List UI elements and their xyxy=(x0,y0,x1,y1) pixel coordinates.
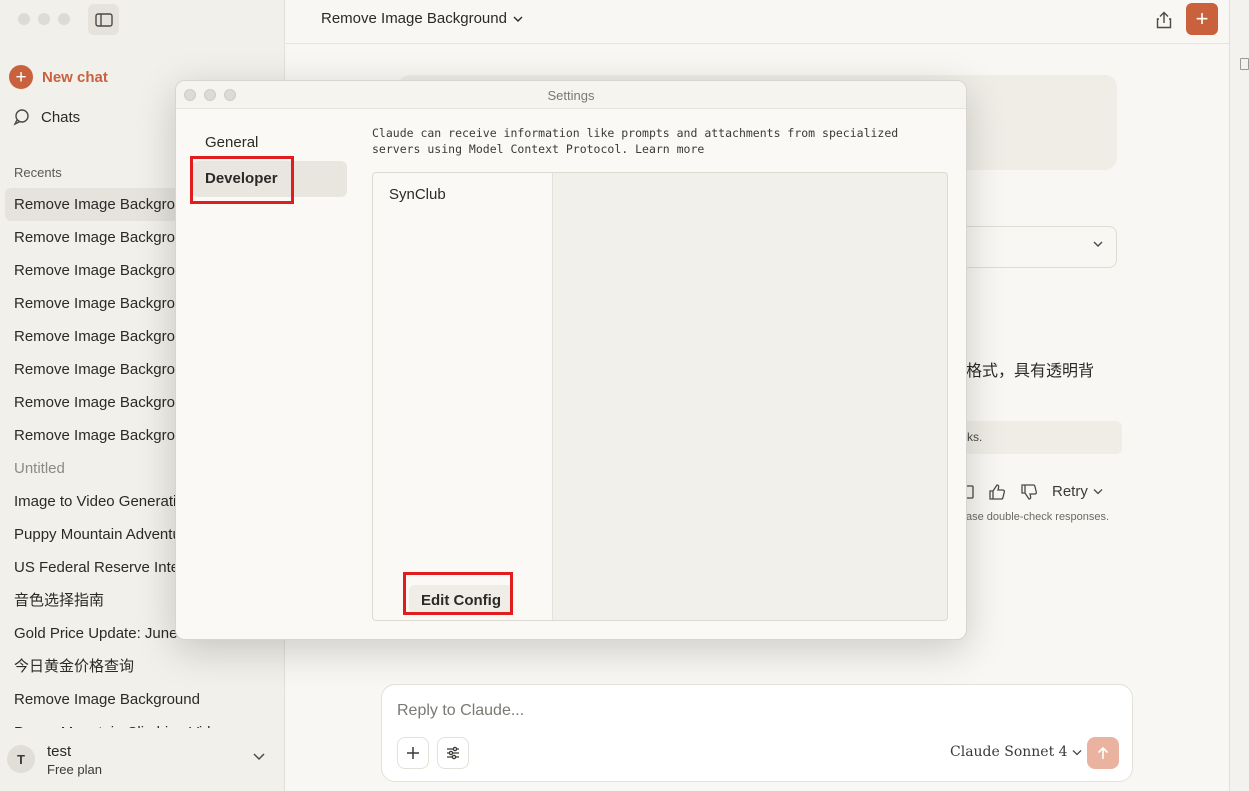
user-menu[interactable]: T test Free plan xyxy=(0,733,284,791)
reply-composer: Claude Sonnet 4 xyxy=(381,684,1133,782)
avatar: T xyxy=(7,745,35,773)
recent-item[interactable]: Remove Image Background xyxy=(5,683,280,716)
recents-heading: Recents xyxy=(14,165,62,180)
chevron-down-icon xyxy=(513,16,523,22)
new-chat-button[interactable]: + New chat xyxy=(9,65,108,89)
artifact-strip xyxy=(1229,0,1249,791)
document-icon[interactable] xyxy=(1240,58,1249,70)
chats-label: Chats xyxy=(41,108,81,126)
settings-window: Settings General Developer Claude can re… xyxy=(175,80,967,640)
user-plan: Free plan xyxy=(47,762,102,777)
minimize-window-button[interactable] xyxy=(38,13,50,25)
retry-label: Retry xyxy=(1052,483,1088,500)
settings-titlebar: Settings xyxy=(176,81,966,109)
server-list: SynClub Edit Config xyxy=(373,173,553,620)
new-chat-label: New chat xyxy=(42,68,108,86)
model-selector[interactable]: Claude Sonnet 4 xyxy=(950,744,1082,760)
chevron-down-icon xyxy=(1072,749,1082,755)
developer-description: Claude can receive information like prom… xyxy=(372,126,899,156)
zoom-window-button[interactable] xyxy=(58,13,70,25)
disclaimer-text: ase double-check responses. xyxy=(966,511,1110,523)
new-chat-plus-button[interactable]: + xyxy=(1186,3,1218,35)
server-item[interactable]: SynClub xyxy=(389,186,446,203)
recent-item[interactable]: Puppy Mountain Climbing Video xyxy=(5,716,280,728)
retry-button[interactable]: Retry xyxy=(1052,483,1103,500)
tools-button[interactable] xyxy=(437,737,469,769)
conversation-title-button[interactable]: Remove Image Background xyxy=(321,10,523,27)
window-controls xyxy=(18,13,70,25)
send-button[interactable] xyxy=(1087,737,1119,769)
message-actions: Retry xyxy=(962,483,1103,500)
plus-icon: + xyxy=(1195,6,1209,31)
thumbs-down-icon[interactable] xyxy=(1020,483,1038,500)
chevron-down-icon xyxy=(1093,489,1103,495)
message-text: 格式，具有透明背 xyxy=(966,361,1095,380)
attach-button[interactable] xyxy=(397,737,429,769)
chat-bubble-icon xyxy=(13,109,29,126)
share-icon xyxy=(1156,11,1172,29)
top-bar: Remove Image Background + xyxy=(286,0,1230,44)
sidebar-toggle-icon xyxy=(94,12,113,27)
sidebar-toggle-button[interactable] xyxy=(88,4,119,35)
highlight-box xyxy=(190,156,294,204)
thumbs-up-icon[interactable] xyxy=(988,483,1006,500)
chevron-down-icon xyxy=(1093,241,1103,247)
model-name: Claude Sonnet 4 xyxy=(950,744,1068,760)
user-name: test xyxy=(47,743,72,760)
share-button[interactable] xyxy=(1152,8,1176,32)
close-window-button[interactable] xyxy=(18,13,30,25)
chats-link[interactable]: Chats xyxy=(13,108,80,126)
plus-icon: + xyxy=(9,65,33,89)
reply-input[interactable] xyxy=(397,702,1097,720)
sliders-icon xyxy=(447,746,459,760)
plus-icon xyxy=(407,747,419,759)
arrow-up-icon xyxy=(1097,746,1109,759)
conversation-title: Remove Image Background xyxy=(321,10,507,27)
mcp-server-panel: SynClub Edit Config xyxy=(372,172,948,621)
highlight-box xyxy=(403,572,513,615)
settings-title: Settings xyxy=(547,88,595,103)
chevron-down-icon xyxy=(253,753,265,761)
code-snippet: ks. xyxy=(940,421,1122,454)
recent-item[interactable]: 今日黄金价格查询 xyxy=(5,650,280,683)
